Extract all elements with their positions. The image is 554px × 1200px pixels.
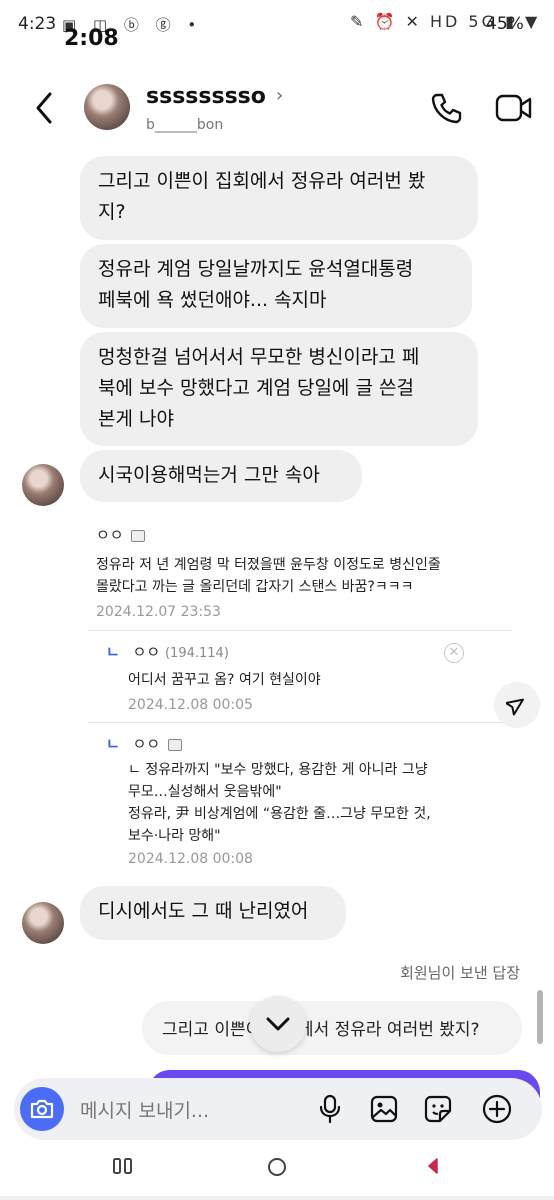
share-button[interactable]	[494, 682, 540, 728]
scroll-down-button[interactable]	[250, 996, 306, 1052]
recents-icon[interactable]	[112, 1156, 134, 1176]
post-reply: ㄴ ㅇㅇ ㄴ 정유라까지 "보수 망했다, 용감한 게 아니라 그냥 무모…실성…	[88, 722, 512, 882]
header-avatar[interactable]	[84, 84, 130, 130]
image-icon	[131, 529, 146, 542]
post-reply: ㄴ ㅇㅇ (194.114) ✕ 어디서 꿈꾸고 옴? 여기 현실이야 2024…	[88, 630, 512, 716]
message-bubble[interactable]: 그리고 이쁜이 집회에서 정유라 여러번 봤 지?	[80, 156, 478, 240]
reply-author: ㄴ ㅇㅇ	[106, 733, 182, 754]
overlay-time: 2:08	[64, 26, 119, 51]
quoted-reply-bubble[interactable]: 그리고 이쁜이 집회에서 정유라 여러번 봤지?	[142, 1001, 522, 1055]
chevron-right-icon[interactable]: ›	[276, 85, 283, 106]
chevron-down-icon	[266, 1017, 290, 1031]
reply-date: 2024.12.08 00:05	[128, 697, 253, 713]
message-bubble[interactable]: 시국이용해먹는거 그만 속아	[80, 450, 362, 502]
camera-button[interactable]	[20, 1087, 64, 1131]
post-date: 2024.12.07 23:53	[96, 604, 221, 620]
reply-text: ㄴ 정유라까지 "보수 망했다, 용감한 게 아니라 그냥 무모…실성해서 웃음…	[128, 762, 431, 844]
back-nav-icon[interactable]	[424, 1156, 442, 1176]
message-line: 본게 나야	[98, 408, 174, 430]
send-icon	[506, 698, 524, 716]
message-line: 그리고 이쁜이 집회에서 정유라 여러번 봤	[98, 170, 426, 192]
post-author: ㅇㅇ	[96, 524, 146, 545]
phone-call-icon[interactable]	[428, 90, 464, 126]
message-bubble[interactable]: 멍청한걸 넘어서서 무모한 병신이라고 페 북에 보수 망했다고 계엄 당일에 …	[80, 332, 478, 446]
message-line: 페북에 욕 썼던애야... 속지마	[98, 289, 327, 311]
sticker-icon[interactable]	[422, 1093, 454, 1125]
chat-title[interactable]: sssssssso	[146, 84, 266, 109]
message-line: 지?	[98, 201, 126, 223]
reply-author: ㄴ ㅇㅇ (194.114)	[106, 643, 229, 661]
add-circle-icon[interactable]	[481, 1093, 513, 1125]
post-text: 정유라 저 년 계엄령 막 터졌을땐 윤두창 이정도로 병신인줄 몰랐다고 까는…	[96, 557, 441, 595]
message-bubble[interactable]: 디시에서도 그 때 난리였어	[80, 886, 346, 940]
home-icon[interactable]	[266, 1156, 288, 1178]
status-time: 4:23	[18, 14, 57, 34]
reply-date: 2024.12.08 00:08	[128, 851, 253, 867]
scrollbar[interactable]	[537, 990, 543, 1044]
message-line: 북에 보수 망했다고 계엄 당일에 글 쓴걸	[98, 377, 414, 399]
image-icon	[167, 738, 182, 751]
reply-label: 회원님이 보낸 답장	[400, 964, 520, 982]
chat-username: b______bon	[146, 117, 224, 133]
message-line: 정유라 계엄 당일날까지도 윤석열대통령	[98, 258, 414, 280]
sender-avatar[interactable]	[22, 464, 64, 506]
message-line: 디시에서도 그 때 난리였어	[98, 900, 309, 922]
message-line: 멍청한걸 넘어서서 무모한 병신이라고 페	[98, 346, 420, 368]
battery-percent: 45%	[486, 14, 524, 34]
close-circle-icon: ✕	[444, 643, 464, 663]
reply-text: 어디서 꿈꾸고 옴? 여기 현실이야	[128, 672, 321, 688]
microphone-icon[interactable]	[314, 1093, 346, 1125]
sender-avatar[interactable]	[22, 902, 64, 944]
camera-icon	[30, 1099, 54, 1119]
back-arrow-icon[interactable]	[30, 88, 60, 128]
bottom-strip	[0, 1196, 554, 1200]
message-input[interactable]: 메시지 보내기...	[80, 1096, 209, 1123]
message-bubble[interactable]: 정유라 계엄 당일날까지도 윤석열대통령 페북에 욕 썼던애야... 속지마	[80, 244, 472, 328]
gallery-icon[interactable]	[368, 1093, 400, 1125]
message-line: 시국이용해먹는거 그만 속아	[98, 464, 320, 486]
video-call-icon[interactable]	[494, 92, 534, 124]
